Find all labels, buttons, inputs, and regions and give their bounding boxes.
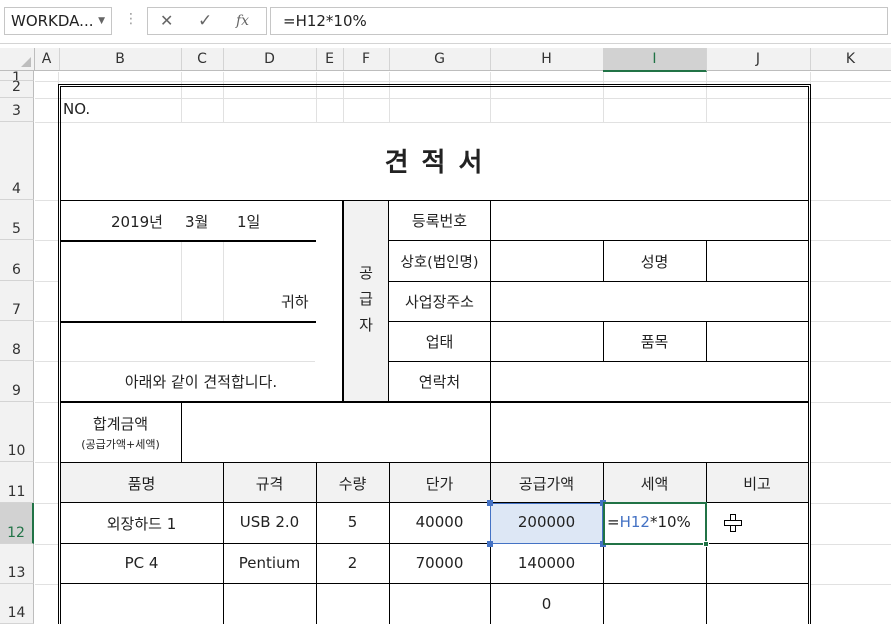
col-supply: 공급가액 <box>518 475 575 493</box>
item-supply[interactable]: 140000 <box>490 554 603 572</box>
chevron-down-icon[interactable]: ▼ <box>98 8 105 34</box>
enter-icon[interactable]: ✓ <box>198 8 212 34</box>
ref-handle[interactable] <box>487 500 493 506</box>
reg-no-label: 등록번호 <box>411 212 468 230</box>
item-name[interactable]: 외장하드 1 <box>60 513 223 534</box>
fill-handle[interactable] <box>703 541 709 547</box>
row-header-6[interactable]: 6 <box>0 240 34 281</box>
col-header-h[interactable]: H <box>490 48 604 70</box>
item-spec[interactable]: USB 2.0 <box>223 513 316 531</box>
insert-function-icon[interactable]: fx <box>236 8 249 34</box>
col-price: 단가 <box>425 475 454 493</box>
item-supply[interactable]: 0 <box>490 595 603 613</box>
row-header-13[interactable]: 13 <box>0 544 34 584</box>
row-header-3[interactable]: 3 <box>0 98 34 122</box>
item-price[interactable]: 70000 <box>389 554 490 572</box>
ref-handle[interactable] <box>487 541 493 547</box>
col-header-j[interactable]: J <box>706 48 811 70</box>
total-label: 합계금액 <box>92 415 149 433</box>
col-header-a[interactable]: A <box>34 48 60 70</box>
col-header-i[interactable]: I <box>603 48 707 72</box>
name-box[interactable]: WORKDA... ▼ <box>4 7 112 35</box>
column-headers: A B C D E F G H I J K <box>0 48 891 72</box>
cursor-cross-icon <box>724 514 742 532</box>
row-header-2[interactable]: 2 <box>0 79 34 98</box>
contact-label: 연락처 <box>418 373 461 391</box>
active-cell-i12[interactable]: =H12*10% <box>603 502 707 545</box>
reference-highlight <box>490 503 603 544</box>
select-all-corner[interactable] <box>0 48 35 70</box>
supplier-char-3: 자 <box>359 316 373 334</box>
more-icon: ⋮ <box>124 11 138 27</box>
col-header-f[interactable]: F <box>343 48 390 70</box>
item-label: 품목 <box>640 333 669 351</box>
date-day: 1일 <box>237 213 261 231</box>
col-item-name: 품명 <box>127 475 156 493</box>
total-sub-label: (공급가액+세액) <box>81 438 160 451</box>
cancel-icon[interactable]: ✕ <box>160 8 173 34</box>
row-header-4[interactable]: 4 <box>0 122 34 200</box>
col-header-d[interactable]: D <box>223 48 317 70</box>
row-header-8[interactable]: 8 <box>0 321 34 361</box>
col-header-e[interactable]: E <box>316 48 344 70</box>
row-header-14[interactable]: 14 <box>0 584 34 624</box>
col-note: 비고 <box>743 475 771 493</box>
formula-bar: WORKDA... ▼ ⋮ ✕ ✓ fx =H12*10% <box>0 0 891 44</box>
item-price[interactable]: 40000 <box>389 513 490 531</box>
recipient-suffix: 귀하 <box>281 293 309 311</box>
item-qty[interactable]: 5 <box>316 513 389 531</box>
row-header-5[interactable]: 5 <box>0 200 34 240</box>
item-name[interactable]: PC 4 <box>60 554 223 572</box>
date-month: 3월 <box>185 213 209 231</box>
row-header-10[interactable]: 10 <box>0 402 34 462</box>
item-qty[interactable]: 2 <box>316 554 389 572</box>
statement: 아래와 같이 견적합니다. <box>124 373 278 391</box>
biz-type-label: 업태 <box>425 333 454 351</box>
row-header-7[interactable]: 7 <box>0 281 34 321</box>
col-header-c[interactable]: C <box>181 48 224 70</box>
col-header-k[interactable]: K <box>810 48 891 70</box>
no-label: NO. <box>63 100 91 118</box>
address-label: 사업장주소 <box>404 293 474 311</box>
row-header-9[interactable]: 9 <box>0 361 34 402</box>
name-label: 성명 <box>640 253 669 271</box>
supplier-char-1: 공 <box>359 264 373 282</box>
formula-buttons: ✕ ✓ fx <box>147 7 267 35</box>
col-header-b[interactable]: B <box>59 48 182 70</box>
document-title: 견 적 서 <box>384 148 485 178</box>
row-header-11[interactable]: 11 <box>0 462 34 503</box>
company-label: 상호(법인명) <box>400 255 479 271</box>
col-tax: 세액 <box>640 475 669 493</box>
row-header-12[interactable]: 12 <box>0 503 34 544</box>
col-spec: 규격 <box>255 475 284 493</box>
formula-input[interactable]: =H12*10% <box>270 7 888 35</box>
item-spec[interactable]: Pentium <box>223 554 316 572</box>
col-qty: 수량 <box>338 475 367 493</box>
sheet-grid[interactable]: NO. 견 적 서 2019년 3월 1일 귀하 아래와 같이 견적합니다. 공… <box>35 72 891 624</box>
supplier-char-2: 급 <box>359 290 373 308</box>
col-header-g[interactable]: G <box>389 48 491 70</box>
date-year: 2019년 <box>111 213 163 231</box>
cell-edit-text[interactable]: =H12*10% <box>607 513 691 531</box>
name-box-value: WORKDA... <box>11 12 94 30</box>
